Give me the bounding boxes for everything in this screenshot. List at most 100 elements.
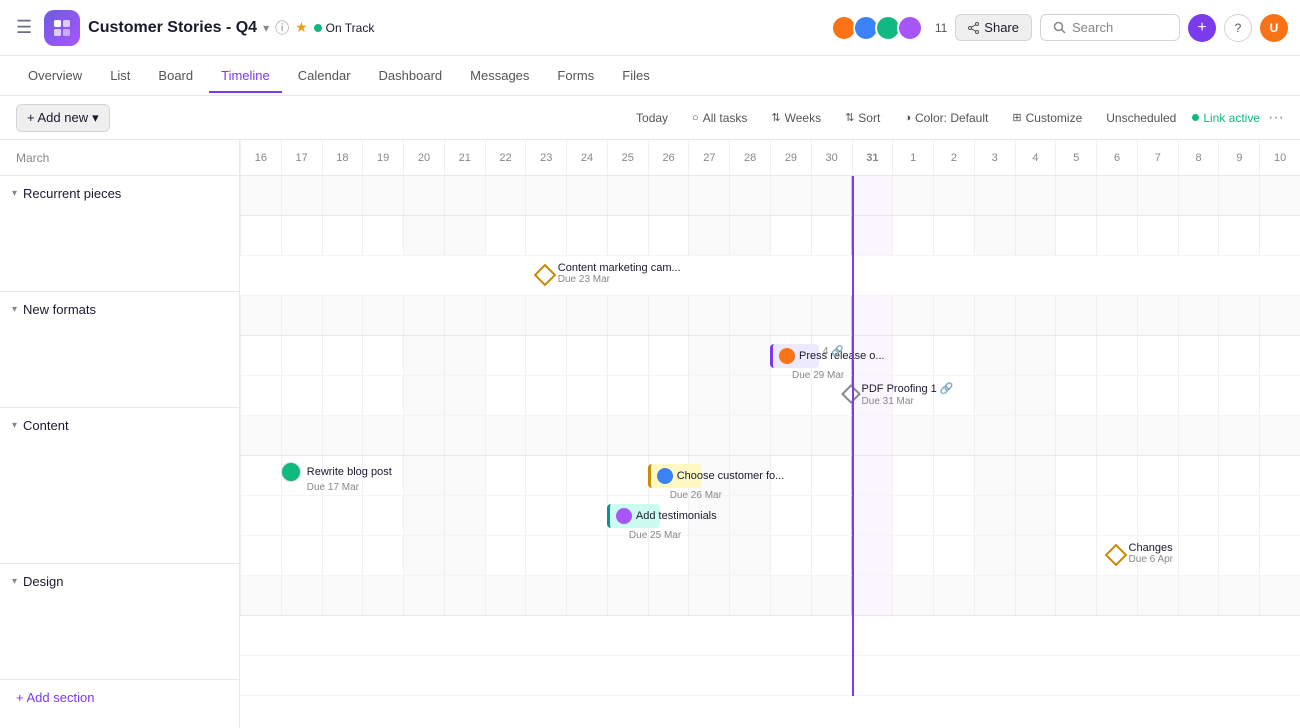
grid-cell — [444, 176, 485, 215]
milestone-label: Content marketing cam... — [558, 262, 681, 274]
grid-cell — [444, 416, 485, 455]
add-section-button[interactable]: + Add section — [0, 680, 239, 715]
star-icon[interactable]: ★ — [295, 19, 308, 36]
grid-cell — [1055, 496, 1096, 535]
color-button[interactable]: ◑ Color: Default — [896, 106, 996, 130]
grid-cell — [240, 576, 281, 615]
link-active[interactable]: Link active — [1192, 111, 1260, 125]
grid-cell — [240, 456, 281, 495]
grid-cell — [322, 496, 363, 535]
section-content-header[interactable]: ▾ Content — [0, 408, 239, 443]
weeks-filter[interactable]: ⇅ Weeks — [763, 106, 829, 130]
task-card[interactable]: Rewrite blog postDue 17 Mar — [281, 462, 392, 493]
tab-calendar[interactable]: Calendar — [286, 60, 363, 93]
chevron-down-icon[interactable]: ▾ — [263, 21, 269, 35]
grid-cell — [729, 536, 770, 575]
tab-list[interactable]: List — [98, 60, 142, 93]
user-avatar[interactable]: U — [1260, 14, 1288, 42]
tab-dashboard[interactable]: Dashboard — [367, 60, 455, 93]
team-avatars[interactable] — [831, 15, 923, 41]
grid-cell — [648, 416, 689, 455]
more-options-icon[interactable]: ··· — [1268, 109, 1284, 127]
section-recurrent-label: Recurrent pieces — [23, 186, 121, 201]
grid-cell — [566, 496, 607, 535]
section-new-formats-header[interactable]: ▾ New formats — [0, 292, 239, 327]
grid-cell — [566, 536, 607, 575]
grid-cell — [1137, 496, 1178, 535]
grid-cell — [525, 416, 566, 455]
date-cell: 25 — [607, 140, 648, 175]
help-button[interactable]: ? — [1224, 14, 1252, 42]
hamburger-icon[interactable]: ☰ — [12, 13, 36, 42]
search-placeholder: Search — [1072, 20, 1113, 35]
date-cell: 22 — [485, 140, 526, 175]
grid-cell — [444, 496, 485, 535]
grid-cell — [933, 536, 974, 575]
grid-cell — [240, 376, 281, 415]
add-button[interactable]: + — [1188, 14, 1216, 42]
date-cell: 28 — [729, 140, 770, 175]
grid-cell — [525, 456, 566, 495]
today-button[interactable]: Today — [628, 106, 676, 130]
share-icon — [968, 22, 980, 34]
avatar[interactable] — [897, 15, 923, 41]
grid-cell — [729, 416, 770, 455]
tab-board[interactable]: Board — [146, 60, 205, 93]
grid-cell — [281, 376, 322, 415]
section-design-header[interactable]: ▾ Design — [0, 564, 239, 599]
grid-cell — [1178, 456, 1219, 495]
section-content: ▾ Content — [0, 408, 239, 564]
tab-files[interactable]: Files — [610, 60, 661, 93]
grid-cell — [648, 536, 689, 575]
grid-cell — [485, 216, 526, 255]
grid-cell — [525, 176, 566, 215]
grid-cell — [1096, 216, 1137, 255]
grid-cell — [362, 296, 403, 335]
tg-content-header — [240, 416, 1300, 456]
grid-cell — [1055, 576, 1096, 615]
tab-overview[interactable]: Overview — [16, 60, 94, 93]
share-label: Share — [984, 20, 1019, 35]
date-cell: 23 — [525, 140, 566, 175]
grid-cell — [1015, 536, 1056, 575]
tab-forms[interactable]: Forms — [545, 60, 606, 93]
grid-cell — [322, 176, 363, 215]
tab-timeline[interactable]: Timeline — [209, 60, 282, 93]
grid-cell — [444, 456, 485, 495]
customize-button[interactable]: ⊞ Customize — [1004, 106, 1090, 130]
all-tasks-filter[interactable]: ○ All tasks — [684, 106, 755, 130]
section-content-label: Content — [23, 418, 69, 433]
grid-cell — [892, 416, 933, 455]
grid-cell — [1178, 336, 1219, 375]
grid-cell — [566, 576, 607, 615]
grid-cell — [1096, 176, 1137, 215]
share-button[interactable]: Share — [955, 14, 1032, 41]
task-name: Add testimonials — [636, 510, 717, 522]
grid-cell — [240, 336, 281, 375]
task-bar[interactable]: Press release o... — [770, 344, 819, 368]
task-bar[interactable]: Add testimonials — [607, 504, 660, 528]
grid-cell — [607, 536, 648, 575]
grid-cell — [403, 416, 444, 455]
grid-cell — [1137, 296, 1178, 335]
section-recurrent-header[interactable]: ▾ Recurrent pieces — [0, 176, 239, 211]
grid-cell — [1137, 576, 1178, 615]
tg-design-row1 — [240, 616, 1300, 656]
task-bar[interactable]: Choose customer fo... — [648, 464, 701, 488]
sort-button[interactable]: ⇅ Sort — [837, 106, 888, 130]
unscheduled-button[interactable]: Unscheduled — [1098, 106, 1184, 130]
search-box[interactable]: Search — [1040, 14, 1180, 41]
grid-cell — [485, 456, 526, 495]
date-cell: 27 — [688, 140, 729, 175]
date-cell: 8 — [1178, 140, 1219, 175]
tab-messages[interactable]: Messages — [458, 60, 541, 93]
grid-cell — [892, 576, 933, 615]
grid-cell — [974, 416, 1015, 455]
grid-cell — [851, 416, 892, 455]
grid-cell — [281, 216, 322, 255]
tg-recurrent-header — [240, 176, 1300, 216]
grid-cell — [688, 176, 729, 215]
add-new-button[interactable]: + Add new ▾ — [16, 104, 110, 132]
grid-cell — [362, 536, 403, 575]
info-icon[interactable]: ⓘ — [275, 18, 289, 38]
